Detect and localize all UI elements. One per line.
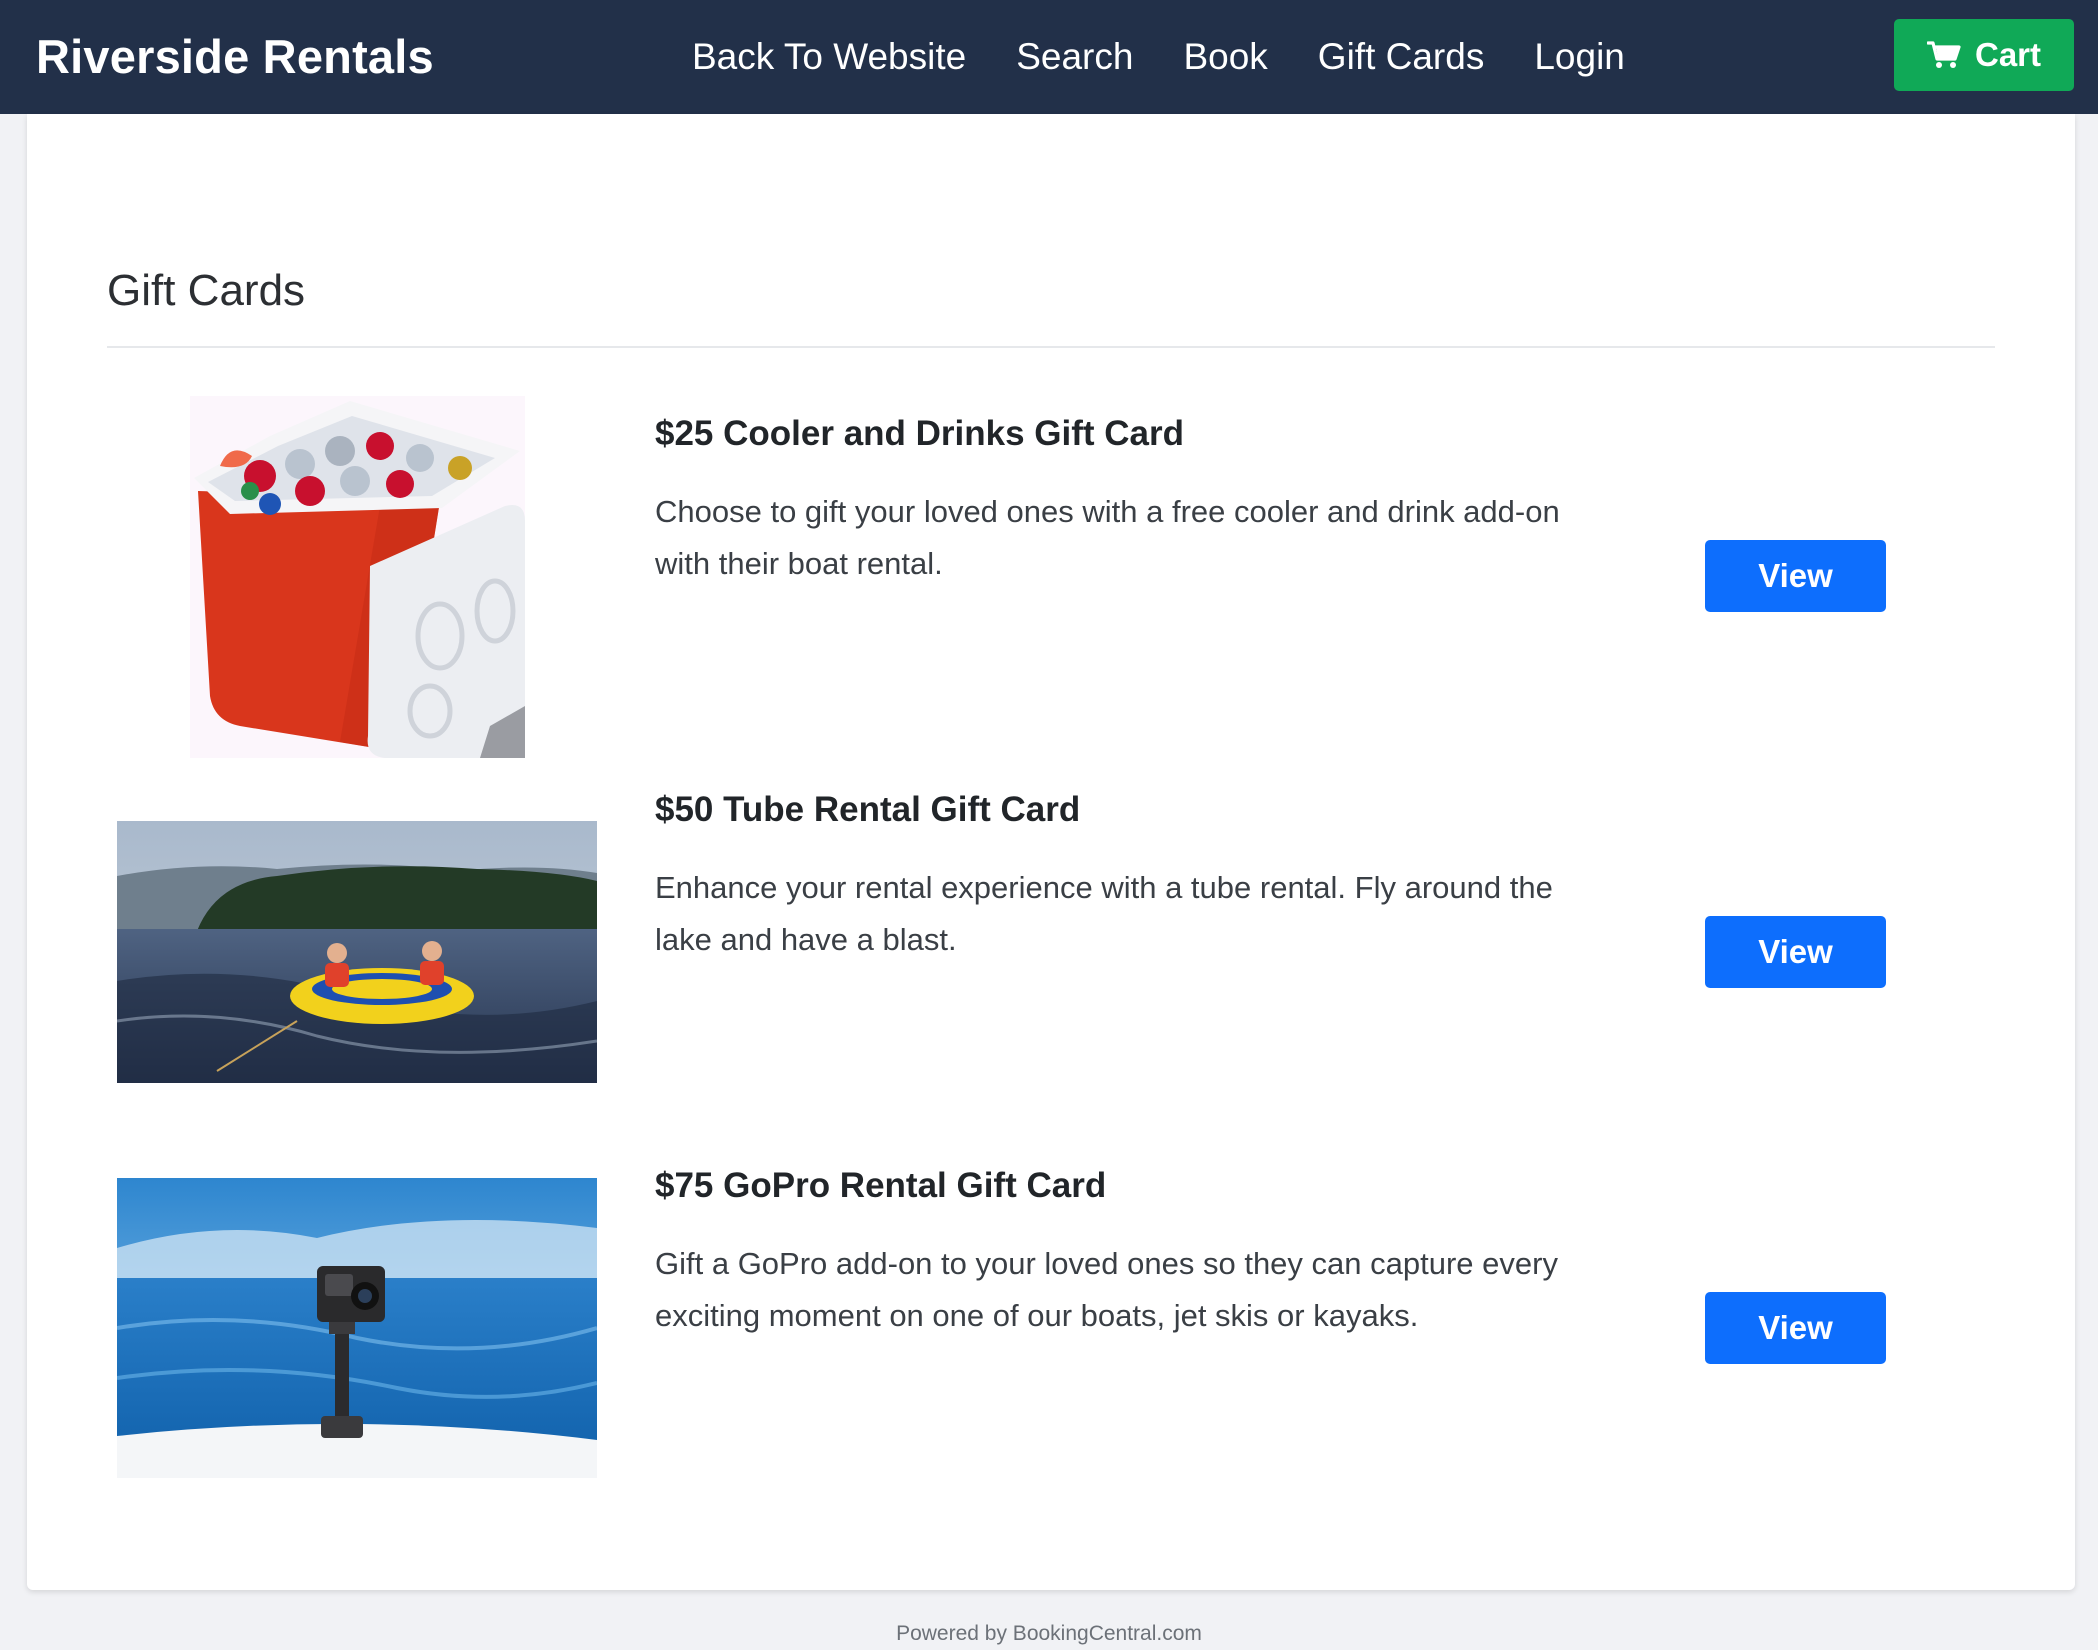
title-divider: [107, 346, 1995, 348]
gift-card-title[interactable]: $25 Cooler and Drinks Gift Card: [655, 414, 1184, 454]
powered-by-footer[interactable]: Powered by BookingCentral.com: [0, 1622, 2098, 1646]
page-title: Gift Cards: [107, 266, 306, 315]
nav-link-book[interactable]: Book: [1183, 36, 1267, 78]
nav-link-gift-cards[interactable]: Gift Cards: [1318, 36, 1485, 78]
cart-button[interactable]: Cart: [1894, 19, 2074, 91]
gopro-image: [117, 1178, 597, 1478]
brand-logo[interactable]: Riverside Rentals: [36, 0, 434, 114]
main-content-card: Gift Cards $25 Cooler and Drinks Gift Ca…: [27, 114, 2075, 1590]
view-button[interactable]: View: [1705, 1292, 1886, 1364]
top-navbar: Riverside Rentals Back To Website Search…: [0, 0, 2098, 114]
cart-label: Cart: [1974, 36, 2042, 73]
nav-link-back-to-website[interactable]: Back To Website: [692, 36, 966, 78]
gift-card-description: Enhance your rental experience with a tu…: [655, 870, 1553, 957]
nav-link-login[interactable]: Login: [1534, 36, 1625, 78]
cooler-image: [190, 396, 525, 758]
nav-links: Back To Website Search Book Gift Cards L…: [692, 0, 1675, 114]
nav-link-search[interactable]: Search: [1016, 36, 1133, 78]
gift-card-title[interactable]: $75 GoPro Rental Gift Card: [655, 1166, 1106, 1206]
view-button[interactable]: View: [1705, 540, 1886, 612]
tube-image: [117, 821, 597, 1083]
view-button[interactable]: View: [1705, 916, 1886, 988]
gift-card-description: Gift a GoPro add-on to your loved ones s…: [655, 1246, 1558, 1333]
shopping-cart-icon: [1926, 41, 1961, 68]
gift-card-title[interactable]: $50 Tube Rental Gift Card: [655, 790, 1080, 830]
gift-card-description: Choose to gift your loved ones with a fr…: [655, 494, 1560, 581]
